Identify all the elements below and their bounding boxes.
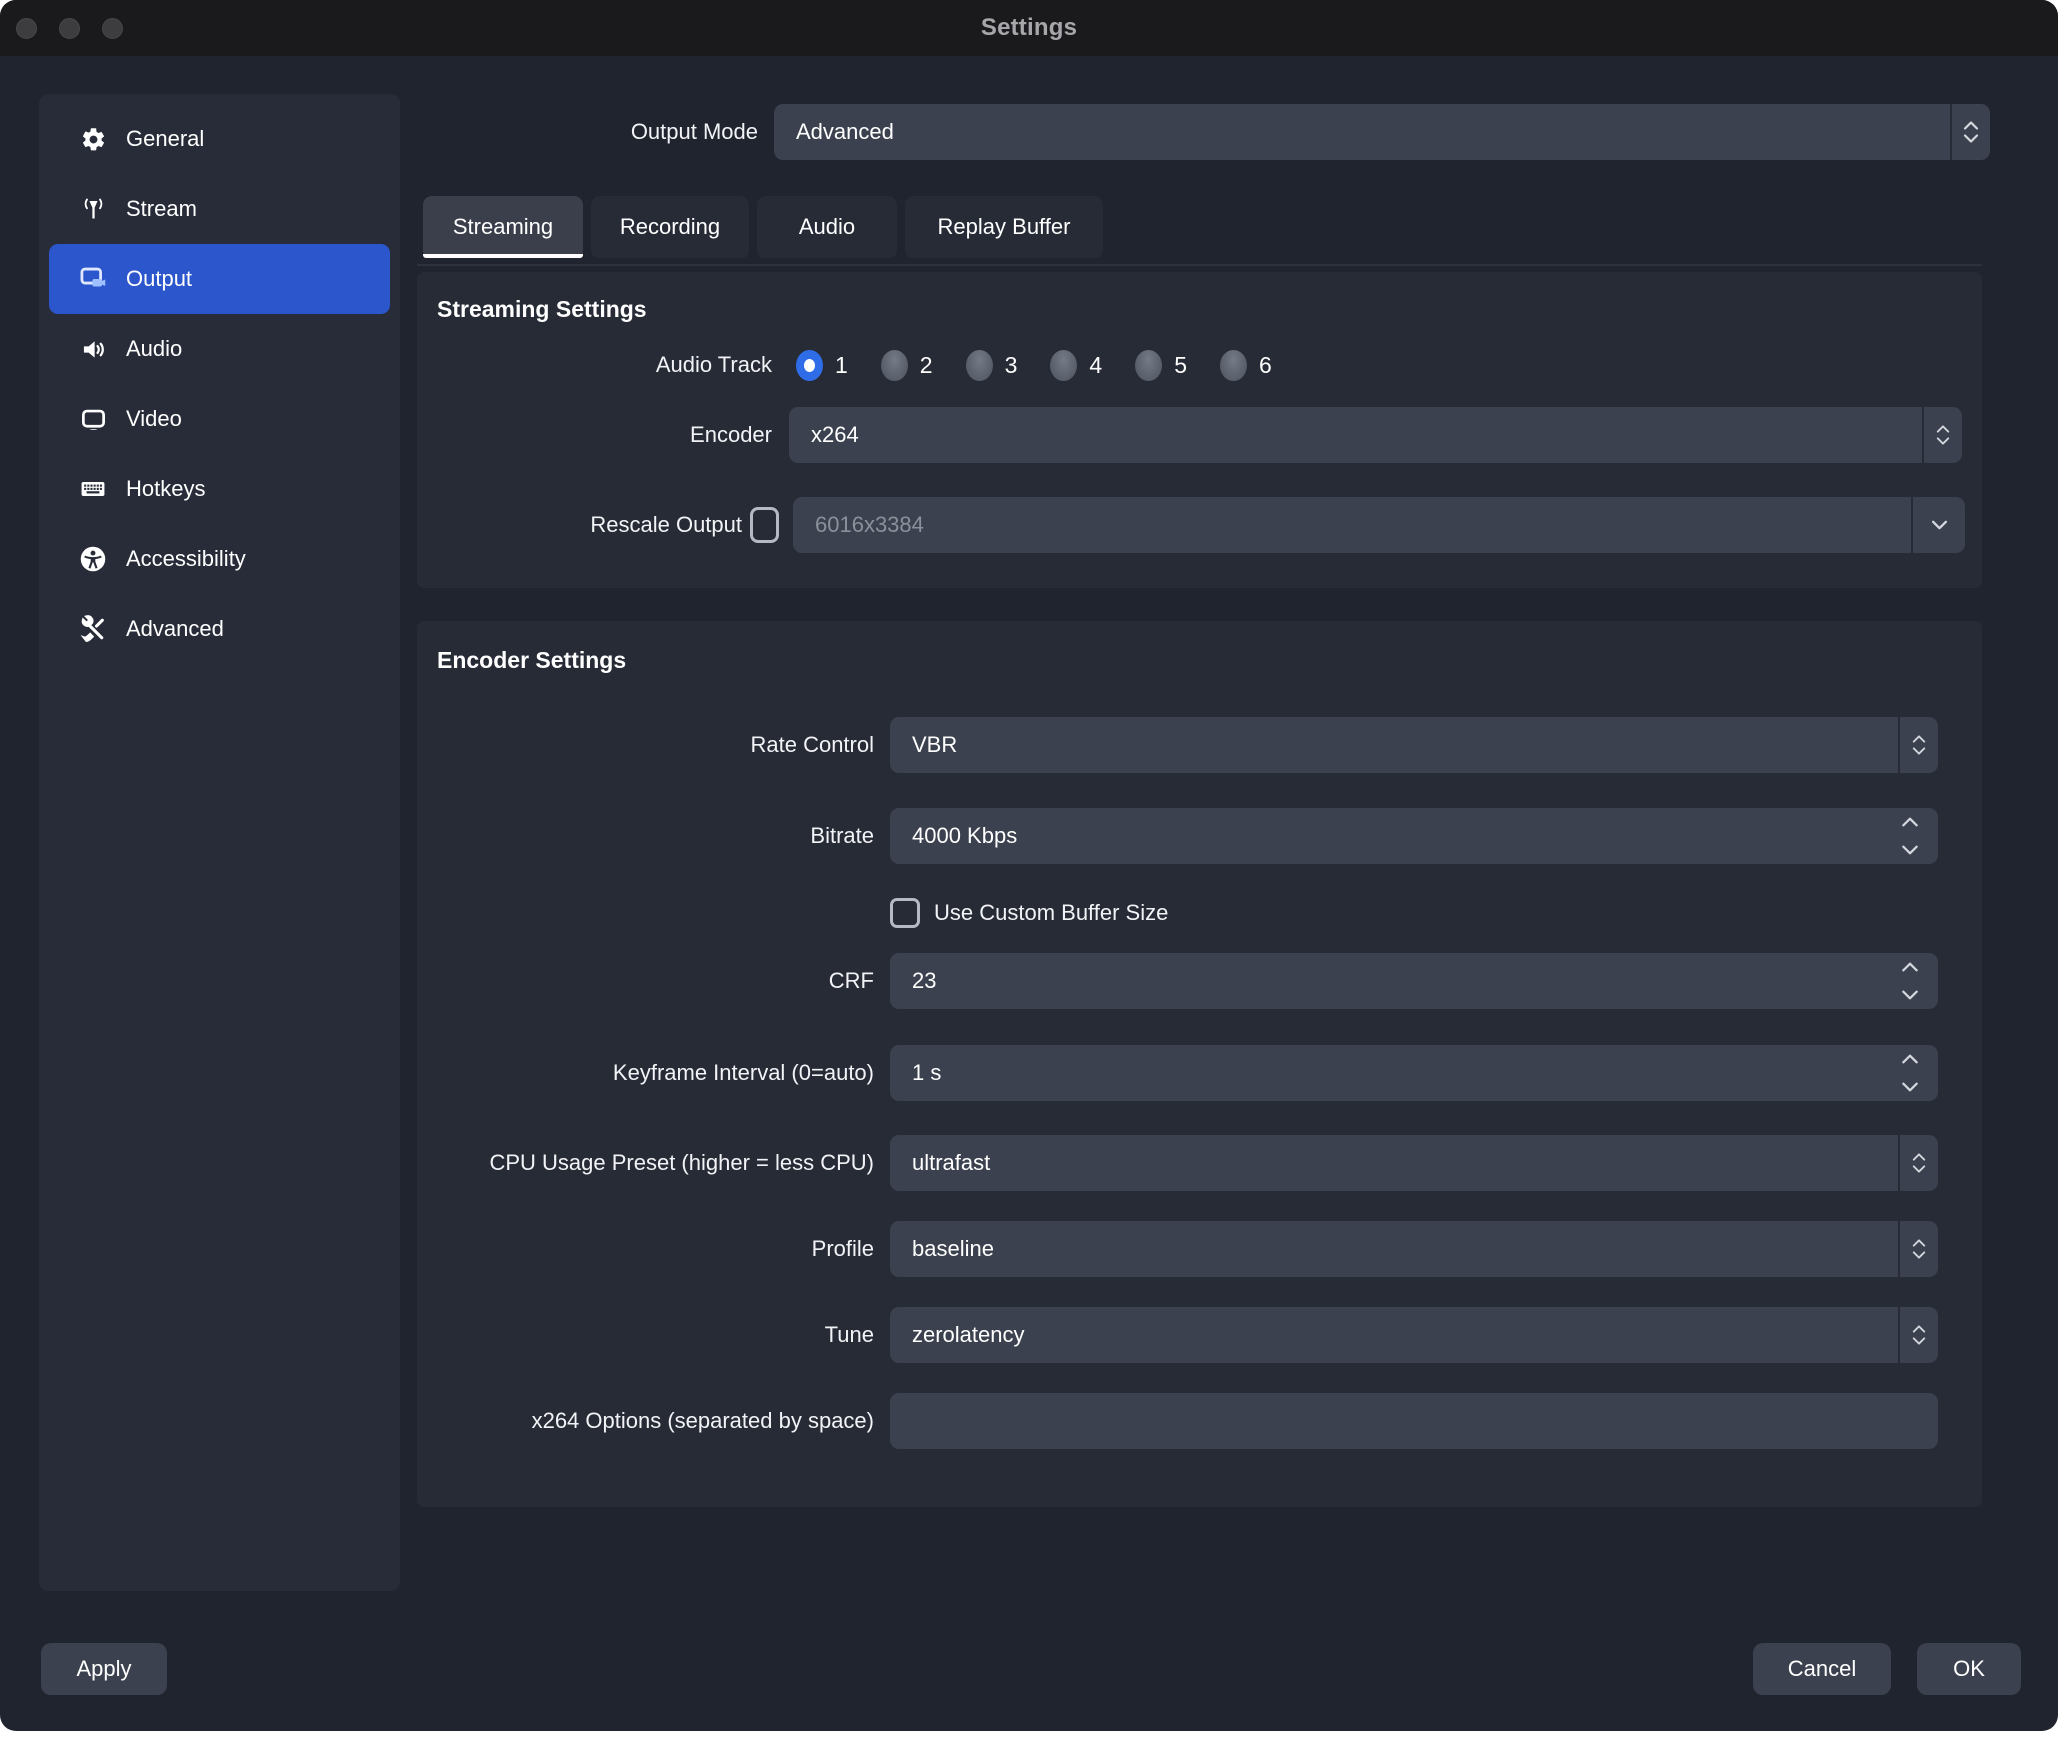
stepper-updown-icon	[1898, 717, 1938, 773]
tab-streaming[interactable]: Streaming	[423, 196, 583, 258]
tab-audio[interactable]: Audio	[757, 196, 897, 258]
sidebar: General Stream Output	[39, 94, 400, 1591]
sidebar-item-label: Accessibility	[126, 546, 246, 572]
audio-track-1[interactable]: 1	[796, 350, 848, 381]
crf-label: CRF	[417, 968, 874, 994]
window-title: Settings	[0, 14, 2058, 42]
sidebar-item-accessibility[interactable]: Accessibility	[49, 524, 390, 594]
radio-icon	[1050, 350, 1077, 381]
gear-icon	[75, 126, 111, 153]
sidebar-item-audio[interactable]: Audio	[49, 314, 390, 384]
keyboard-icon	[75, 475, 111, 503]
tab-recording[interactable]: Recording	[591, 196, 749, 258]
radio-icon	[966, 350, 993, 381]
stepper-updown-icon	[1950, 104, 1990, 160]
sidebar-item-general[interactable]: General	[49, 104, 390, 174]
sidebar-item-output[interactable]: Output	[49, 244, 390, 314]
keyframe-interval-spinbox[interactable]: 1 s	[890, 1045, 1938, 1101]
rate-control-label: Rate Control	[417, 732, 874, 758]
tab-replay-buffer[interactable]: Replay Buffer	[905, 196, 1103, 258]
stepper-updown-icon	[1922, 407, 1962, 463]
sidebar-item-stream[interactable]: Stream	[49, 174, 390, 244]
rescale-resolution-combo[interactable]: 6016x3384	[793, 497, 1965, 553]
broadcast-icon	[75, 196, 111, 223]
keyframe-interval-label: Keyframe Interval (0=auto)	[417, 1060, 874, 1086]
sidebar-item-label: Output	[126, 266, 192, 292]
sidebar-item-label: Hotkeys	[126, 476, 205, 502]
accessibility-icon	[75, 545, 111, 573]
ok-button[interactable]: OK	[1917, 1643, 2021, 1695]
crf-spinbox[interactable]: 23	[890, 953, 1938, 1009]
audio-track-3[interactable]: 3	[966, 350, 1018, 381]
streaming-settings-title: Streaming Settings	[437, 296, 647, 323]
cancel-button[interactable]: Cancel	[1753, 1643, 1891, 1695]
bitrate-spinbox[interactable]: 4000 Kbps	[890, 808, 1938, 864]
encoder-settings-title: Encoder Settings	[437, 647, 626, 674]
audio-track-label: Audio Track	[417, 352, 772, 378]
apply-button[interactable]: Apply	[41, 1643, 167, 1695]
encoder-select[interactable]: x264	[789, 407, 1962, 463]
stepper-updown-icon	[1898, 1307, 1938, 1363]
speaker-icon	[75, 336, 111, 363]
rate-control-select[interactable]: VBR	[890, 717, 1938, 773]
custom-buffer-checkbox[interactable]	[890, 898, 920, 928]
audio-track-4[interactable]: 4	[1050, 350, 1102, 381]
streaming-settings-panel: Streaming Settings Audio Track 1 2 3	[417, 272, 1982, 588]
rescale-output-checkbox[interactable]	[750, 507, 779, 543]
output-mode-select[interactable]: Advanced	[774, 104, 1990, 160]
custom-buffer-label: Use Custom Buffer Size	[934, 900, 1168, 926]
stepper-updown-icon	[1898, 1135, 1938, 1191]
stepper-updown-icon	[1898, 1221, 1938, 1277]
spin-up-down-icon	[1882, 1045, 1938, 1101]
settings-window: Settings General Stream	[0, 0, 2058, 1731]
sidebar-item-video[interactable]: Video	[49, 384, 390, 454]
profile-select[interactable]: baseline	[890, 1221, 1938, 1277]
radio-selected-icon	[796, 350, 823, 381]
tune-select[interactable]: zerolatency	[890, 1307, 1938, 1363]
radio-icon	[1135, 350, 1162, 381]
audio-track-2[interactable]: 2	[881, 350, 933, 381]
encoder-settings-panel: Encoder Settings Rate Control VBR Bitrat…	[417, 621, 1982, 1507]
monitor-icon	[75, 406, 111, 433]
divider	[417, 264, 1982, 266]
cpu-preset-label: CPU Usage Preset (higher = less CPU)	[417, 1150, 874, 1176]
encoder-label: Encoder	[417, 422, 772, 448]
sidebar-item-label: Video	[126, 406, 182, 432]
sidebar-item-hotkeys[interactable]: Hotkeys	[49, 454, 390, 524]
custom-buffer-row[interactable]: Use Custom Buffer Size	[890, 893, 1168, 933]
profile-label: Profile	[417, 1236, 874, 1262]
chevron-down-icon	[1911, 497, 1965, 553]
output-mode-label: Output Mode	[417, 104, 758, 160]
x264-options-label: x264 Options (separated by space)	[417, 1408, 874, 1434]
radio-icon	[881, 350, 908, 381]
output-screen-icon	[75, 265, 111, 293]
radio-icon	[1220, 350, 1247, 381]
output-tabs: Streaming Recording Audio Replay Buffer	[423, 196, 1103, 258]
audio-track-radios: 1 2 3 4 5	[796, 350, 1305, 381]
tools-icon	[75, 615, 111, 643]
audio-track-5[interactable]: 5	[1135, 350, 1187, 381]
audio-track-6[interactable]: 6	[1220, 350, 1272, 381]
spin-up-down-icon	[1882, 808, 1938, 864]
cpu-preset-select[interactable]: ultrafast	[890, 1135, 1938, 1191]
tune-label: Tune	[417, 1322, 874, 1348]
sidebar-item-advanced[interactable]: Advanced	[49, 594, 390, 664]
sidebar-item-label: General	[126, 126, 204, 152]
sidebar-item-label: Advanced	[126, 616, 224, 642]
sidebar-item-label: Audio	[126, 336, 182, 362]
titlebar: Settings	[0, 0, 2058, 56]
spin-up-down-icon	[1882, 953, 1938, 1009]
x264-options-input[interactable]	[890, 1393, 1938, 1449]
rescale-output-label: Rescale Output	[417, 512, 742, 538]
bitrate-label: Bitrate	[417, 823, 874, 849]
sidebar-item-label: Stream	[126, 196, 197, 222]
